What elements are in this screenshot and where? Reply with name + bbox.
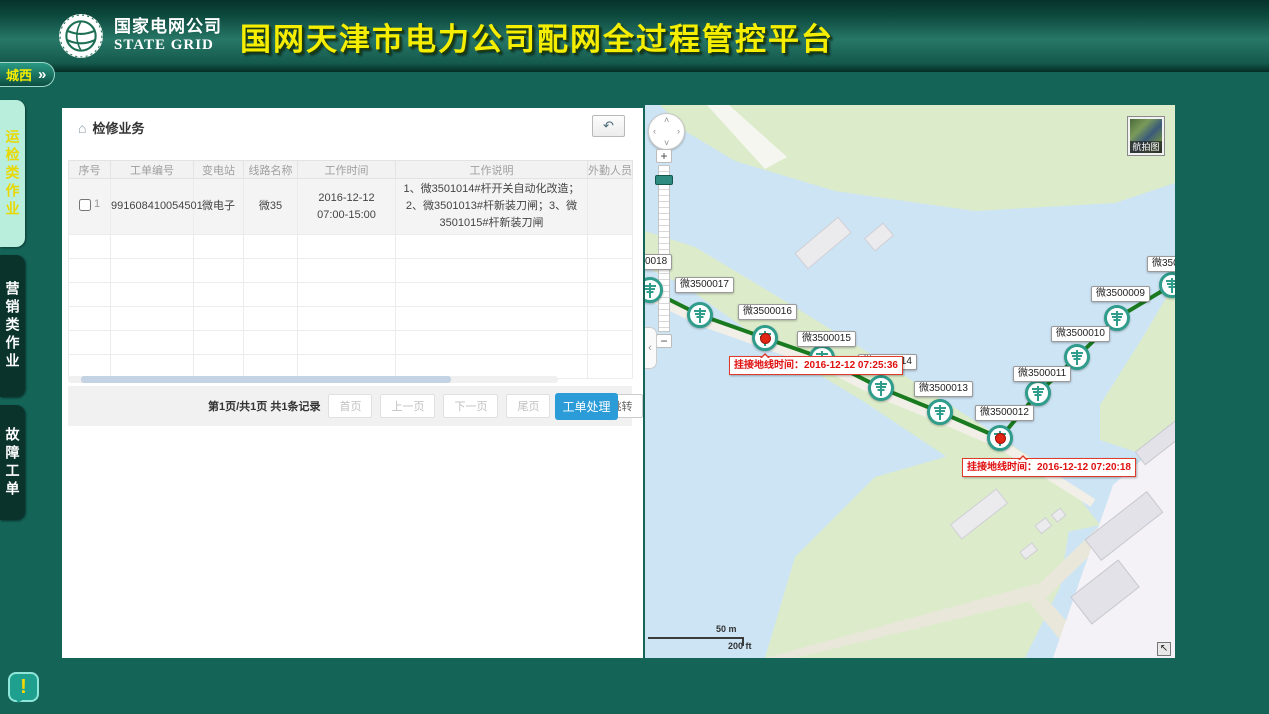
process-order-button[interactable]: 工单处理 — [555, 393, 618, 420]
ground-wire-marker — [760, 333, 771, 344]
row-checkbox-input[interactable] — [79, 199, 91, 211]
home-icon: ⌂ — [78, 120, 86, 136]
pagination-bar: 第1页/共1页 共1条记录 首页 上一页 下一页 尾页 ▲ ▼ 跳转 — [68, 386, 632, 426]
pan-left-icon[interactable]: ‹ — [653, 126, 656, 136]
col-index: 序号 — [69, 161, 111, 179]
tower-3500011[interactable] — [1025, 380, 1051, 406]
col-work-time: 工作时间 — [298, 161, 396, 179]
zoom-in-button[interactable]: + — [656, 149, 672, 163]
col-description: 工作说明 — [396, 161, 588, 179]
cell-description: 1、微3501014#杆开关自动化改造；2、微3501013#杆新装刀闸；3、微… — [396, 179, 588, 235]
col-order-no: 工单编号 — [111, 161, 194, 179]
panel-collapse-handle[interactable]: ‹ — [645, 327, 657, 369]
pan-up-icon[interactable]: ˄ — [664, 115, 669, 125]
tower-label[interactable]: 微3500017 — [675, 277, 734, 293]
zoom-out-button[interactable]: − — [656, 334, 672, 348]
last-page-button[interactable]: 尾页 — [506, 394, 550, 418]
tower-label[interactable]: 微3500009 — [1091, 286, 1150, 302]
horizontal-scrollbar — [68, 376, 558, 383]
zoom-slider-handle[interactable] — [655, 175, 673, 185]
tower-3500013[interactable] — [927, 399, 953, 425]
ground-wire-marker — [995, 433, 1006, 444]
scrollbar-thumb[interactable] — [81, 376, 451, 383]
pan-right-icon[interactable]: › — [677, 126, 680, 136]
map-terrain — [645, 105, 1175, 658]
sidebar-tab-operation-inspection[interactable]: 运检类作业 — [0, 100, 25, 247]
empty-row — [69, 283, 633, 307]
tower-3500012-grounded[interactable] — [987, 425, 1013, 451]
alert-bubble-icon[interactable]: ! — [8, 672, 39, 702]
sidebar-tab-fault-orders[interactable]: 故障工单 — [0, 405, 25, 520]
region-tab-chengxi[interactable]: 城西 » — [0, 62, 55, 87]
tower-label[interactable]: 微3500011 — [1013, 366, 1071, 382]
maintenance-panel: ⌂ 检修业务 ↶ 序号 工单编号 变电站 线路名称 工作时间 工作说明 外勤人员… — [62, 108, 643, 658]
prev-page-button[interactable]: 上一页 — [380, 394, 435, 418]
row-checkbox[interactable]: 1 — [79, 196, 100, 213]
col-field-staff: 外勤人员 — [588, 161, 633, 179]
tower-label[interactable]: 微3500010 — [1051, 326, 1110, 342]
pan-down-icon[interactable]: ˅ — [664, 138, 669, 148]
panel-title: ⌂ 检修业务 — [78, 118, 144, 137]
app-header: 国家电网公司 STATE GRID 国网天津市电力公司配网全过程管控平台 — [0, 0, 1269, 72]
col-line-name: 线路名称 — [244, 161, 298, 179]
ground-wire-tooltip: 挂接地线时间：2016-12-12 07:20:18 — [962, 458, 1136, 477]
cell-field-staff — [588, 179, 633, 235]
cell-line-name: 微35 — [244, 179, 298, 235]
work-order-table: 序号 工单编号 变电站 线路名称 工作时间 工作说明 外勤人员 1 991608… — [68, 160, 633, 379]
pagination-summary: 第1页/共1页 共1条记录 — [208, 398, 320, 414]
aerial-map-thumbnail[interactable]: 航拍图 — [1128, 117, 1164, 155]
tower-label[interactable]: 0018 — [645, 254, 672, 270]
cell-order-no: 991608410054501 — [111, 179, 194, 235]
state-grid-logo-icon — [58, 13, 104, 59]
first-page-button[interactable]: 首页 — [328, 394, 372, 418]
aerial-map-label: 航拍图 — [1130, 141, 1162, 153]
empty-row — [69, 235, 633, 259]
empty-row — [69, 259, 633, 283]
tower-3500017[interactable] — [687, 302, 713, 328]
table-header-row: 序号 工单编号 变电站 线路名称 工作时间 工作说明 外勤人员 — [69, 161, 633, 179]
gis-map[interactable]: ˄ ˅ ‹ › + − 航拍图 ‹ 0018 微3500017 微3500016… — [645, 105, 1175, 658]
map-pan-control[interactable]: ˄ ˅ ‹ › — [648, 113, 685, 150]
cell-work-time: 2016-12-12 07:00-15:00 — [298, 179, 396, 235]
company-name: 国家电网公司 STATE GRID — [114, 18, 222, 53]
zoom-slider-track[interactable] — [658, 165, 670, 332]
double-chevron-icon: » — [38, 67, 46, 82]
tower-3500014[interactable] — [868, 375, 894, 401]
tower-label[interactable]: 微3500015 — [797, 331, 856, 347]
tower-label[interactable]: 微350 — [1147, 256, 1175, 272]
ground-wire-tooltip: 挂接地线时间：2016-12-12 07:25:36 — [729, 356, 903, 375]
empty-row — [69, 331, 633, 355]
tower-label[interactable]: 微3500012 — [975, 405, 1034, 421]
tower-label[interactable]: 微3500013 — [914, 381, 973, 397]
page-title: 国网天津市电力公司配网全过程管控平台 — [240, 14, 834, 59]
tower-label[interactable]: 微3500016 — [738, 304, 797, 320]
empty-row — [69, 307, 633, 331]
back-button[interactable]: ↶ — [592, 115, 625, 137]
sidebar-tab-marketing[interactable]: 营销类作业 — [0, 255, 25, 397]
next-page-button[interactable]: 下一页 — [443, 394, 498, 418]
map-resize-icon[interactable]: ↖ — [1157, 642, 1171, 656]
col-substation: 变电站 — [194, 161, 244, 179]
table-row[interactable]: 1 991608410054501 微电子 微35 2016-12-12 07:… — [69, 179, 633, 235]
